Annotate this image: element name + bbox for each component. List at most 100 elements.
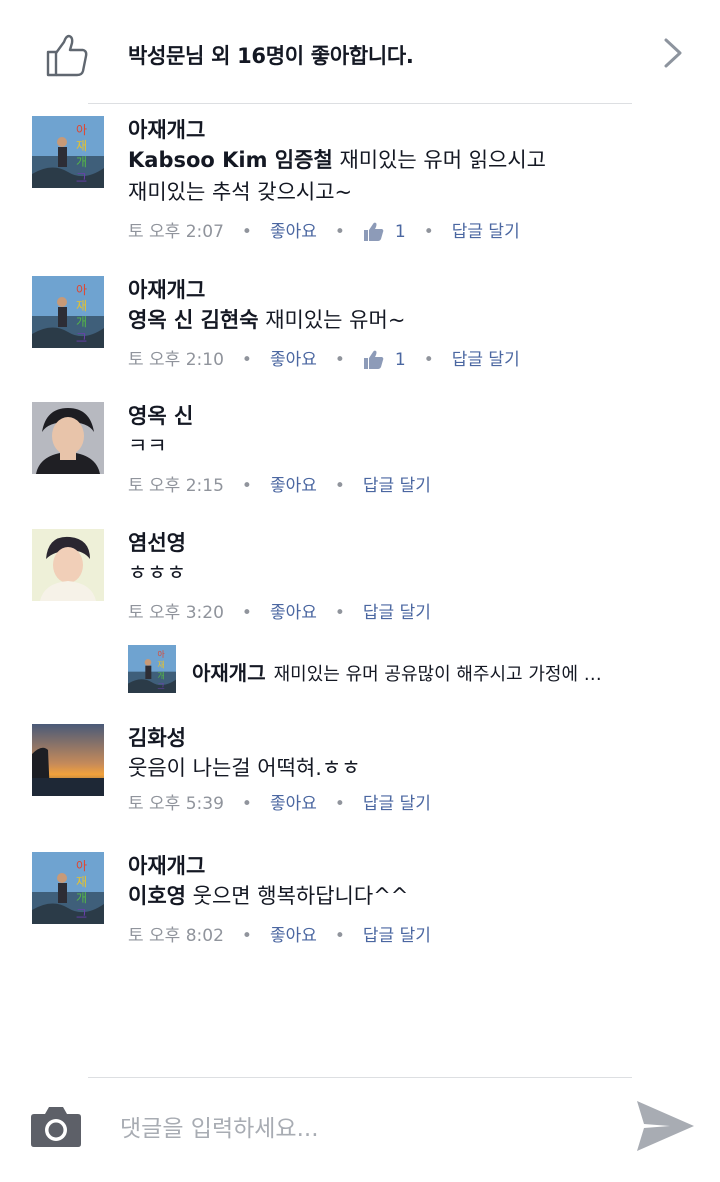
commenter-name[interactable]: 김화성 [128,724,688,752]
svg-text:그: 그 [76,331,87,345]
tagged-users[interactable]: 이호영 [128,884,186,908]
comment-timestamp: 토 오후 5:39 [128,794,224,814]
reply-button[interactable]: 답글 달기 [452,348,520,372]
send-icon[interactable] [634,1098,696,1154]
avatar[interactable]: 아 재 개 그 [32,852,104,924]
reply-snippet: 재미있는 유머 공유많이 해주시고 가정에 … [273,664,602,685]
comment-timestamp: 토 오후 3:20 [128,603,224,623]
comment-body: 재미있는 유머 읽으시고 [332,148,546,172]
comment-timestamp: 토 오후 2:10 [128,350,224,370]
separator-dot: • [423,222,434,242]
svg-text:아: 아 [157,649,165,659]
comment-meta: 토 오후 5:39 • 좋아요 • 답글 달기 [128,792,688,816]
svg-text:그: 그 [76,171,87,185]
commenter-name[interactable]: 아재개그 [128,276,688,304]
svg-text:그: 그 [157,682,164,691]
separator-dot: • [241,350,252,370]
comment-body: 재미있는 유머~ [258,308,406,332]
separator-dot: • [334,350,345,370]
avatar[interactable]: 아 재 개 그 [32,276,104,348]
camera-icon[interactable] [30,1104,82,1148]
thumbs-up-icon [363,350,384,369]
like-button[interactable]: 좋아요 [270,474,317,498]
commenter-name[interactable]: 염선영 [128,529,688,557]
comment-meta: 토 오후 2:15 • 좋아요 • 답글 달기 [128,474,688,498]
reply-button[interactable]: 답글 달기 [363,924,431,948]
svg-text:개: 개 [76,155,87,169]
comment-composer [0,1078,720,1182]
separator-dot: • [334,926,345,946]
reply-button[interactable]: 답글 달기 [452,220,520,244]
comment-timestamp: 토 오후 8:02 [128,926,224,946]
comment-body: 웃으면 행복하답니다^^ [185,884,409,908]
tagged-users[interactable]: 영옥 신 김현숙 [128,308,259,332]
comments-screen: 박성문님 외 16명이 좋아합니다. 아 재 개 그 아재개그 Kabsoo K… [0,0,720,1182]
chevron-right-icon[interactable] [660,36,686,70]
reply-preview[interactable]: 아 재 개 그 아재개그 재미있는 유머 공유많이 해주시고 가정에 … [128,645,688,693]
separator-dot: • [241,476,252,496]
reply-button[interactable]: 답글 달기 [363,474,431,498]
reply-button[interactable]: 답글 달기 [363,601,431,625]
avatar[interactable] [32,402,104,474]
reply-preview-text: 아재개그 재미있는 유머 공유많이 해주시고 가정에 … [192,657,688,686]
separator-dot: • [423,350,434,370]
svg-text:아: 아 [76,859,87,873]
avatar[interactable] [32,724,104,796]
likes-summary-text: 박성문님 외 16명이 좋아합니다. [128,44,414,68]
svg-text:아: 아 [76,283,87,297]
svg-text:재: 재 [76,299,87,313]
svg-text:개: 개 [76,891,87,905]
separator-dot: • [241,794,252,814]
svg-text:재: 재 [76,139,87,153]
svg-text:재: 재 [76,875,87,889]
separator-dot: • [241,926,252,946]
like-button[interactable]: 좋아요 [270,601,317,625]
reaction-count-text: 1 [394,350,406,370]
reply-author-name[interactable]: 아재개그 [192,661,266,685]
comment-meta: 토 오후 8:02 • 좋아요 • 답글 달기 [128,924,688,948]
avatar[interactable]: 아 재 개 그 [128,645,176,693]
svg-text:재: 재 [157,661,164,670]
reaction-count[interactable]: 1 [363,220,406,244]
avatar[interactable] [32,529,104,601]
separator-dot: • [334,476,345,496]
svg-text:그: 그 [76,907,87,921]
reply-button[interactable]: 답글 달기 [363,792,431,816]
comment-body: ㅎㅎㅎ [128,561,186,585]
comment-text: 영옥 신 김현숙 재미있는 유머~ [128,304,688,336]
separator-dot: • [334,222,345,242]
comment-text-line2: 재미있는 추석 갖으시고~ [128,180,353,204]
svg-text:개: 개 [157,670,164,680]
reaction-count[interactable]: 1 [363,348,406,372]
like-button[interactable]: 좋아요 [270,220,317,244]
comment-text: 이호영 웃으면 행복하답니다^^ [128,880,688,912]
separator-dot: • [241,603,252,623]
like-button[interactable]: 좋아요 [270,348,317,372]
comment-text: Kabsoo Kim 임증철 재미있는 유머 읽으시고 [128,144,688,176]
comment-timestamp: 토 오후 2:07 [128,222,224,242]
header-divider [88,103,632,104]
thumbs-up-icon [363,222,384,241]
separator-dot: • [334,603,345,623]
avatar[interactable]: 아 재 개 그 [32,116,104,188]
likes-summary-bar[interactable]: 박성문님 외 16명이 좋아합니다. [0,0,720,104]
svg-text:아: 아 [76,123,87,137]
comment-meta: 토 오후 3:20 • 좋아요 • 답글 달기 [128,601,688,625]
svg-text:개: 개 [76,315,87,329]
like-button[interactable]: 좋아요 [270,924,317,948]
comment-body: ㅋㅋ [128,434,167,458]
comment-meta: 토 오후 2:07 • 좋아요 • 1 • 답글 달기 [128,220,688,244]
comment-meta: 토 오후 2:10 • 좋아요 • 1 • 답글 달기 [128,348,688,372]
comment-input[interactable] [118,1108,602,1150]
commenter-name[interactable]: 아재개그 [128,116,688,144]
tagged-users[interactable]: Kabsoo Kim 임증철 [128,148,333,172]
separator-dot: • [241,222,252,242]
thumbs-up-icon [44,32,90,78]
commenter-name[interactable]: 영옥 신 [128,402,688,430]
comment-timestamp: 토 오후 2:15 [128,476,224,496]
like-button[interactable]: 좋아요 [270,792,317,816]
commenter-name[interactable]: 아재개그 [128,852,688,880]
reaction-count-text: 1 [394,222,406,242]
comment-body: 웃음이 나는걸 어떡혀.ㅎㅎ [128,756,361,780]
separator-dot: • [334,794,345,814]
